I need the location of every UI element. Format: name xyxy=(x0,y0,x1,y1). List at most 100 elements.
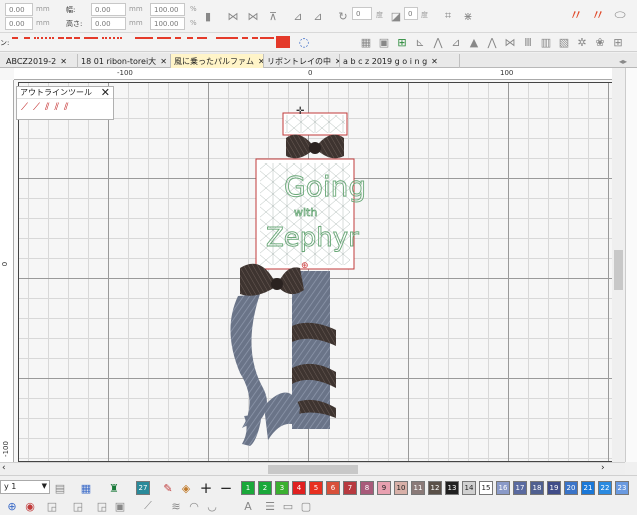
satin-stitch-icon[interactable]: 〃 xyxy=(568,7,584,24)
sparkle-icon[interactable]: ✲ xyxy=(574,34,590,50)
slant-right-icon[interactable]: ⊿ xyxy=(310,8,326,24)
scroll-right-icon[interactable]: › xyxy=(601,463,605,473)
slant-icon[interactable]: ◪ xyxy=(388,8,404,24)
outline-multi-icon[interactable]: ⫽ xyxy=(54,102,58,113)
color-swatch-19[interactable]: 19 xyxy=(547,481,561,495)
stitch-sim-icon[interactable]: ◉ xyxy=(22,498,38,514)
color-swatch-11[interactable]: 11 xyxy=(411,481,425,495)
design-canvas[interactable]: -100 0 100 0 -100 Going with Zephyr ⊕ ✛ xyxy=(0,68,625,462)
close-icon[interactable]: ✕ xyxy=(60,57,67,66)
radial-icon[interactable]: ⋀ xyxy=(484,34,500,50)
fill-bucket-icon[interactable]: ◈ xyxy=(178,480,194,496)
dotted-stitch-icon[interactable] xyxy=(34,37,54,47)
frame-icon[interactable]: ▭ xyxy=(280,498,296,514)
width-field[interactable]: 0.00 xyxy=(91,3,126,16)
close-icon[interactable]: ✕ xyxy=(160,57,167,66)
scale-height-field[interactable]: 100.00 xyxy=(150,17,185,30)
add-color-icon[interactable]: + xyxy=(198,479,214,497)
select-area-icon[interactable]: ◲ xyxy=(44,498,60,514)
flower-icon[interactable]: ❀ xyxy=(592,34,608,50)
outline-custom-icon[interactable]: ⫽ xyxy=(64,102,68,113)
pattern-icon[interactable]: ⋈ xyxy=(502,34,518,50)
wave-stitch-icon[interactable] xyxy=(135,37,153,47)
scale-width-field[interactable]: 100.00 xyxy=(150,3,185,16)
settings-icon[interactable]: ☰ xyxy=(262,498,278,514)
hoop-icon[interactable]: ▢ xyxy=(298,498,314,514)
zigzag-stitch-icon[interactable] xyxy=(157,37,171,47)
vertical-scroll-thumb[interactable] xyxy=(614,250,623,290)
textile-icon[interactable]: ▧ xyxy=(556,34,572,50)
color-swatch-13[interactable]: 13 xyxy=(445,481,459,495)
ribbon-body[interactable] xyxy=(230,271,336,446)
bean-stitch-icon[interactable] xyxy=(102,37,122,47)
color-swatch-9[interactable]: 9 xyxy=(377,481,391,495)
tab-parfum[interactable]: 風に乗ったパルファム✕ xyxy=(171,54,264,68)
fill-stitch-icon[interactable]: 〃 xyxy=(590,7,606,24)
candlewick-stitch-icon[interactable] xyxy=(197,37,207,47)
zoom-icon[interactable]: ⊕ xyxy=(4,498,20,514)
select-rect-icon[interactable]: ▦ xyxy=(358,34,374,50)
going-text[interactable]: Going xyxy=(284,170,367,204)
zigzag-icon[interactable]: ≋ xyxy=(168,498,184,514)
zephyr-text[interactable]: Zephyr xyxy=(266,223,360,254)
block-icon[interactable]: ▥ xyxy=(538,34,554,50)
shape-icon[interactable]: ⊞ xyxy=(394,34,410,50)
color-swatch-23[interactable]: 23 xyxy=(615,481,629,495)
color-swatch-10[interactable]: 10 xyxy=(394,481,408,495)
outline-double-icon[interactable]: ⫽ xyxy=(45,102,49,113)
tab-ribbon-tray[interactable]: リボントレイの中✕ xyxy=(264,54,340,68)
lock-aspect-icon[interactable]: ▮ xyxy=(200,8,216,24)
thread-icon[interactable]: ♜ xyxy=(106,480,122,496)
horizontal-scrollbar[interactable]: ‹ › xyxy=(0,462,625,475)
current-color-swatch[interactable]: 27 xyxy=(136,481,150,495)
tab-abcz2019-going[interactable]: a b c z 2019 g o i n g ✕ xyxy=(340,54,460,68)
chain-stitch-icon[interactable] xyxy=(242,37,258,47)
with-text[interactable]: with xyxy=(294,206,318,220)
running-stitch-icon[interactable] xyxy=(12,37,30,47)
tab-ribon-torei[interactable]: 18 01 ribon-torei大 ✕ xyxy=(78,54,171,68)
top-bow[interactable] xyxy=(286,134,344,159)
vertical-scrollbar[interactable] xyxy=(612,68,625,462)
tab-scroll-arrows-icon[interactable]: ◂▸ xyxy=(615,53,631,69)
layer-select[interactable]: y 1 ▼ xyxy=(0,480,50,494)
embroidery-design[interactable]: Going with Zephyr ⊕ ✛ xyxy=(0,68,612,462)
knife-icon[interactable]: ⟋ xyxy=(140,498,156,514)
distort-icon[interactable]: ⌗ xyxy=(440,8,456,24)
slant-angle-field[interactable]: 0 xyxy=(404,7,418,20)
select-point-icon[interactable]: ◲ xyxy=(94,498,110,514)
triple-stitch-icon[interactable] xyxy=(84,37,98,47)
outline-stitch-icon[interactable]: ⬭ xyxy=(612,7,628,23)
remove-color-icon[interactable]: − xyxy=(218,479,234,497)
tab-abcz2019-2[interactable]: ABCZ2019-2 ✕ xyxy=(3,54,78,68)
color-swatch-3[interactable]: 3 xyxy=(275,481,289,495)
arrange-icon[interactable]: ⋇ xyxy=(460,8,476,24)
mirror-vertical-icon[interactable]: ⋈ xyxy=(245,8,261,24)
color-swatch-2[interactable]: 2 xyxy=(258,481,272,495)
select-line-icon[interactable]: ◲ xyxy=(70,498,86,514)
x-position-field[interactable]: 0.00 xyxy=(5,3,33,16)
close-icon[interactable]: ✕ xyxy=(431,57,438,66)
horizontal-scroll-thumb[interactable] xyxy=(268,465,358,474)
curve-icon[interactable]: ◌ xyxy=(296,34,312,50)
color-swatch-14[interactable]: 14 xyxy=(462,481,476,495)
color-swatch-15[interactable]: 15 xyxy=(479,481,493,495)
scroll-left-icon[interactable]: ‹ xyxy=(2,463,6,473)
arc-icon[interactable]: ◡ xyxy=(204,498,220,514)
color-swatch-8[interactable]: 8 xyxy=(360,481,374,495)
y-position-field[interactable]: 0.00 xyxy=(5,17,33,30)
close-icon[interactable]: ✕ xyxy=(101,86,110,99)
cross-stitch-icon[interactable] xyxy=(260,37,274,47)
motif-stitch-icon[interactable] xyxy=(216,37,238,47)
text-icon[interactable]: A xyxy=(240,498,256,514)
color-swatch-17[interactable]: 17 xyxy=(513,481,527,495)
color-swatch-16[interactable]: 16 xyxy=(496,481,510,495)
height-field[interactable]: 0.00 xyxy=(91,17,126,30)
mirror-horizontal-icon[interactable]: ⋈ xyxy=(225,8,241,24)
color-swatch-12[interactable]: 12 xyxy=(428,481,442,495)
satin-line-icon[interactable] xyxy=(276,36,290,48)
color-swatch-21[interactable]: 21 xyxy=(581,481,595,495)
slant-left-icon[interactable]: ⊿ xyxy=(290,8,306,24)
perspective-icon[interactable]: ⊿ xyxy=(448,34,464,50)
group-icon[interactable]: ▣ xyxy=(112,498,128,514)
color-swatch-5[interactable]: 5 xyxy=(309,481,323,495)
